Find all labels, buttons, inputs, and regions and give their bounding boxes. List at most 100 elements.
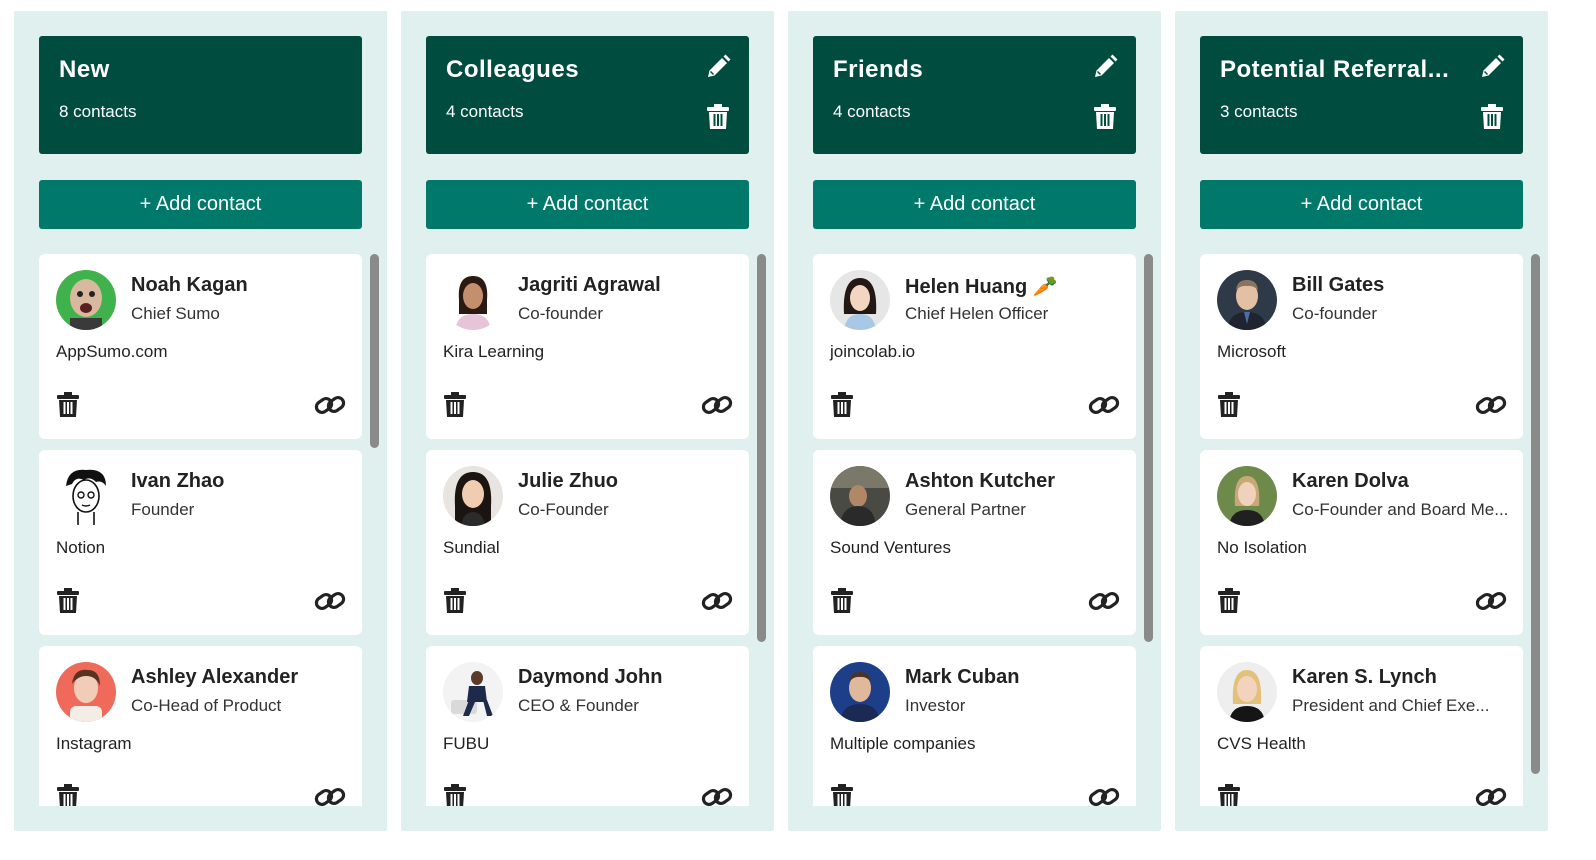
avatar	[1217, 662, 1277, 722]
avatar	[56, 466, 116, 526]
contact-company: Notion	[56, 538, 106, 557]
trash-icon[interactable]	[441, 782, 469, 806]
card-list[interactable]: Noah Kagan Chief Sumo AppSumo.com Ivan Z…	[39, 254, 362, 806]
contact-card[interactable]: Daymond John CEO & Founder FUBU	[426, 646, 749, 806]
contact-name: Karen S. Lynch	[1292, 666, 1437, 688]
column-title: Friends	[833, 56, 924, 83]
contact-role: CEO & Founder	[518, 696, 639, 715]
contact-name: Ivan Zhao	[131, 470, 225, 492]
link-icon[interactable]	[1474, 782, 1508, 806]
avatar	[1217, 270, 1277, 330]
contact-name: Ashley Alexander	[131, 666, 299, 688]
link-icon[interactable]	[700, 390, 734, 420]
trash-icon[interactable]	[441, 390, 469, 420]
link-icon[interactable]	[700, 586, 734, 616]
contact-card[interactable]: Karen Dolva Co-Founder and Board Me... N…	[1200, 450, 1523, 635]
scrollbar[interactable]	[1531, 254, 1540, 774]
contact-card[interactable]: Ivan Zhao Founder Notion	[39, 450, 362, 635]
card-list[interactable]: Helen Huang 🥕 Chief Helen Officer joinco…	[813, 254, 1136, 806]
avatar	[830, 270, 890, 330]
card-list[interactable]: Bill Gates Co-founder Microsoft Karen Do…	[1200, 254, 1523, 806]
contact-name: Daymond John	[518, 666, 663, 688]
trash-icon[interactable]	[828, 586, 856, 616]
column-colleagues: Colleagues 4 contacts + Add contact Jagr…	[401, 11, 774, 831]
trash-icon[interactable]	[441, 586, 469, 616]
trash-icon[interactable]	[54, 586, 82, 616]
trash-icon[interactable]	[54, 390, 82, 420]
add-contact-button[interactable]: + Add contact	[426, 180, 749, 229]
contact-role: General Partner	[905, 500, 1026, 519]
link-icon[interactable]	[1087, 782, 1121, 806]
add-contact-button[interactable]: + Add contact	[39, 180, 362, 229]
link-icon[interactable]	[700, 782, 734, 806]
contact-company: No Isolation	[1217, 538, 1307, 557]
avatar	[830, 466, 890, 526]
contact-company: FUBU	[443, 734, 490, 753]
pencil-icon[interactable]	[1090, 52, 1120, 82]
contact-card[interactable]: Helen Huang 🥕 Chief Helen Officer joinco…	[813, 254, 1136, 439]
trash-icon[interactable]	[1215, 390, 1243, 420]
link-icon[interactable]	[313, 782, 347, 806]
contact-role: Co-founder	[518, 304, 604, 323]
contact-company: joincolab.io	[830, 342, 916, 361]
contact-company: AppSumo.com	[56, 342, 168, 361]
contact-card[interactable]: Jagriti Agrawal Co-founder Kira Learning	[426, 254, 749, 439]
contact-company: Multiple companies	[830, 734, 976, 753]
contact-company: CVS Health	[1217, 734, 1306, 753]
link-icon[interactable]	[313, 390, 347, 420]
link-icon[interactable]	[1474, 586, 1508, 616]
column-potential-referrals: Potential Referral... 3 contacts + Add c…	[1175, 11, 1548, 831]
contact-card[interactable]: Julie Zhuo Co-Founder Sundial	[426, 450, 749, 635]
scrollbar[interactable]	[1144, 254, 1153, 642]
card-list[interactable]: Jagriti Agrawal Co-founder Kira Learning…	[426, 254, 749, 806]
contact-role: Co-Founder	[518, 500, 609, 519]
scrollbar[interactable]	[370, 254, 379, 448]
column-header: Friends 4 contacts	[813, 36, 1136, 154]
avatar	[443, 270, 503, 330]
contact-name: Mark Cuban	[905, 666, 1020, 688]
avatar	[56, 662, 116, 722]
column-contact-count: 4 contacts	[833, 102, 911, 121]
column-header: Colleagues 4 contacts	[426, 36, 749, 154]
trash-icon[interactable]	[1215, 782, 1243, 806]
contact-card[interactable]: Noah Kagan Chief Sumo AppSumo.com	[39, 254, 362, 439]
column-contact-count: 4 contacts	[446, 102, 524, 121]
contact-card[interactable]: Ashley Alexander Co-Head of Product Inst…	[39, 646, 362, 806]
contact-role: President and Chief Exe...	[1292, 696, 1490, 715]
pencil-icon[interactable]	[1477, 52, 1507, 82]
contact-card[interactable]: Mark Cuban Investor Multiple companies	[813, 646, 1136, 806]
contact-role: Co-Founder and Board Me...	[1292, 500, 1509, 519]
add-contact-button[interactable]: + Add contact	[813, 180, 1136, 229]
pencil-icon[interactable]	[703, 52, 733, 82]
link-icon[interactable]	[1087, 390, 1121, 420]
trash-icon[interactable]	[828, 782, 856, 806]
contact-role: Chief Helen Officer	[905, 304, 1049, 323]
trash-icon[interactable]	[703, 102, 733, 132]
trash-icon[interactable]	[828, 390, 856, 420]
contact-company: Instagram	[56, 734, 132, 753]
contact-card[interactable]: Karen S. Lynch President and Chief Exe..…	[1200, 646, 1523, 806]
column-header: Potential Referral... 3 contacts	[1200, 36, 1523, 154]
column-header: New 8 contacts	[39, 36, 362, 154]
trash-icon[interactable]	[54, 782, 82, 806]
scrollbar[interactable]	[757, 254, 766, 642]
link-icon[interactable]	[313, 586, 347, 616]
contact-name: Julie Zhuo	[518, 470, 618, 492]
link-icon[interactable]	[1087, 586, 1121, 616]
column-friends: Friends 4 contacts + Add contact Helen H…	[788, 11, 1161, 831]
trash-icon[interactable]	[1090, 102, 1120, 132]
contact-card[interactable]: Ashton Kutcher General Partner Sound Ven…	[813, 450, 1136, 635]
avatar	[443, 662, 503, 722]
avatar	[830, 662, 890, 722]
column-contact-count: 3 contacts	[1220, 102, 1298, 121]
contact-card[interactable]: Bill Gates Co-founder Microsoft	[1200, 254, 1523, 439]
add-contact-button[interactable]: + Add contact	[1200, 180, 1523, 229]
trash-icon[interactable]	[1215, 586, 1243, 616]
column-title: Colleagues	[446, 56, 580, 83]
column-contact-count: 8 contacts	[59, 102, 137, 121]
link-icon[interactable]	[1474, 390, 1508, 420]
contact-role: Co-founder	[1292, 304, 1378, 323]
avatar	[1217, 466, 1277, 526]
contact-board: New 8 contacts + Add contact Noah Kagan …	[0, 0, 1596, 860]
trash-icon[interactable]	[1477, 102, 1507, 132]
